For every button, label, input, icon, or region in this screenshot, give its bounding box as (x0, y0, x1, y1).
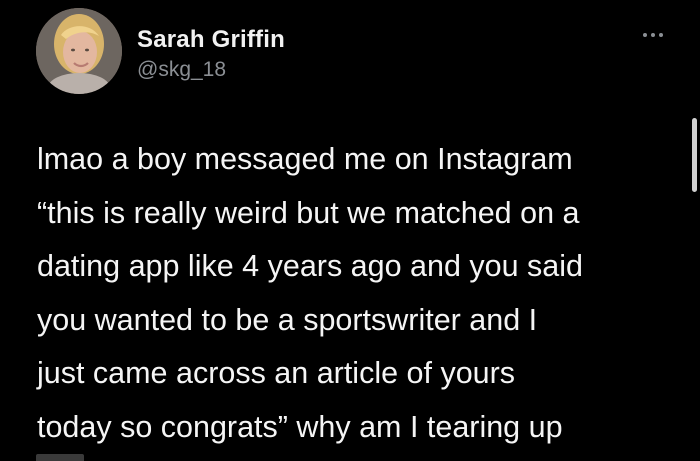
more-options-button[interactable] (636, 26, 670, 44)
tweet-text: lmao a boy messaged me on Instagram “thi… (37, 142, 583, 444)
more-horizontal-icon (659, 33, 663, 37)
tweet-card: Sarah Griffin @skg_18 lmao a boy message… (0, 0, 700, 461)
cut-off-text-fragment (36, 454, 84, 461)
scrollbar[interactable] (692, 118, 697, 192)
author-handle[interactable]: @skg_18 (137, 58, 226, 82)
avatar[interactable] (36, 8, 122, 94)
more-horizontal-icon (643, 33, 647, 37)
more-horizontal-icon (651, 33, 655, 37)
profile-photo-icon (36, 8, 122, 94)
author-display-name[interactable]: Sarah Griffin (137, 26, 285, 54)
